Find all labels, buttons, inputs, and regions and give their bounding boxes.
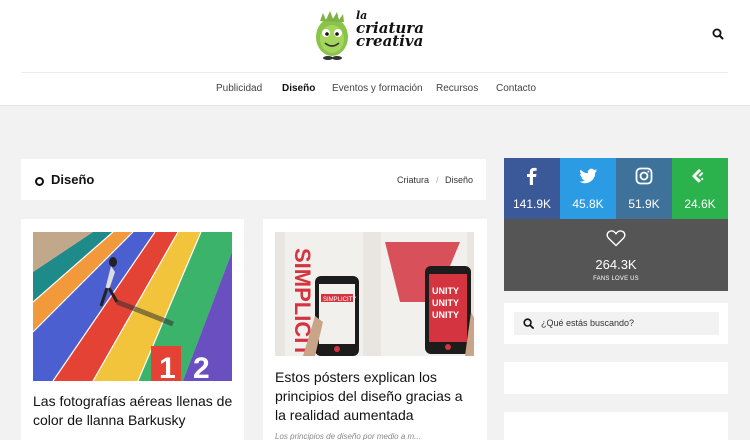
running-track-image: 1 2: [33, 232, 232, 381]
logo-text: la criatura creativa: [356, 9, 424, 50]
article-card: 1 2 Las fotografías aéreas llenas de col…: [21, 219, 244, 440]
nav-item-eventos[interactable]: Eventos y formación: [332, 83, 423, 94]
svg-text:UNITY: UNITY: [432, 298, 459, 308]
svg-text:SIMPLICITY: SIMPLICITY: [323, 297, 356, 303]
article-image[interactable]: 1 2: [33, 232, 232, 381]
main-nav: Publicidad Diseño Eventos y formación Re…: [0, 73, 750, 106]
svg-text:1: 1: [159, 352, 176, 381]
svg-text:UNITY: UNITY: [432, 310, 459, 320]
search-icon: [523, 318, 534, 329]
svg-text:2: 2: [193, 352, 210, 381]
header-search-button[interactable]: [710, 26, 726, 42]
sidebar-widget: [504, 412, 728, 440]
article-excerpt: Los principios de diseño por medio a m..…: [275, 432, 421, 440]
logo-line: creativa: [356, 32, 424, 50]
search-input[interactable]: ¿Qué estás buscando?: [514, 312, 719, 335]
instagram-count: 51.9K: [628, 197, 660, 211]
article-image[interactable]: SIMPLICITY SIMPLICITY UNITY UNITY UNITY: [275, 232, 474, 356]
love-label: FANS LOVE US: [593, 276, 639, 282]
instagram-counter[interactable]: 51.9K: [616, 158, 672, 219]
article-title[interactable]: Estos pósters explican los principios de…: [275, 368, 475, 425]
page-title: Diseño: [51, 172, 95, 187]
twitter-counter[interactable]: 45.8K: [560, 158, 616, 219]
nav-item-publicidad[interactable]: Publicidad: [216, 83, 262, 94]
twitter-count: 45.8K: [572, 197, 604, 211]
feedly-count: 24.6K: [684, 197, 716, 211]
breadcrumb-separator: /: [436, 175, 439, 185]
love-count: 264.3K: [595, 257, 637, 272]
feedly-counter[interactable]: 24.6K: [672, 158, 728, 219]
nav-item-diseno[interactable]: Diseño: [282, 83, 315, 94]
heart-icon: [606, 230, 626, 247]
instagram-icon: [635, 167, 653, 185]
site-logo[interactable]: la criatura creativa: [312, 7, 424, 61]
facebook-counter[interactable]: 141.9K: [504, 158, 560, 219]
article-title[interactable]: Las fotografías aéreas llenas de color d…: [33, 392, 233, 430]
facebook-icon: [527, 167, 537, 185]
search-placeholder: ¿Qué estás buscando?: [541, 318, 635, 328]
twitter-icon: [579, 168, 597, 184]
circle-icon: [35, 177, 44, 186]
social-counters-widget: 141.9K 45.8K 51.9K 24.6K 264.3K FANS LOV…: [504, 158, 728, 291]
breadcrumb-current[interactable]: Diseño: [445, 175, 473, 185]
nav-item-recursos[interactable]: Recursos: [436, 83, 478, 94]
mascot-icon: [316, 11, 348, 60]
article-card: SIMPLICITY SIMPLICITY UNITY UNITY UNITY …: [263, 219, 487, 440]
sidebar-widget: [504, 362, 728, 394]
nav-item-contacto[interactable]: Contacto: [496, 83, 536, 94]
search-icon: [712, 28, 724, 40]
feedly-icon: [692, 169, 704, 183]
site-header: la criatura creativa Publicidad Diseño E…: [0, 0, 750, 106]
search-widget: ¿Qué estás buscando?: [504, 303, 728, 344]
breadcrumb-home[interactable]: Criatura: [397, 175, 429, 185]
category-title-bar: Diseño Criatura / Diseño: [21, 159, 486, 200]
poster-ar-image: SIMPLICITY SIMPLICITY UNITY UNITY UNITY: [275, 232, 474, 356]
svg-text:UNITY: UNITY: [432, 286, 459, 296]
fans-love-counter[interactable]: 264.3K FANS LOVE US: [504, 219, 728, 291]
facebook-count: 141.9K: [512, 197, 552, 211]
